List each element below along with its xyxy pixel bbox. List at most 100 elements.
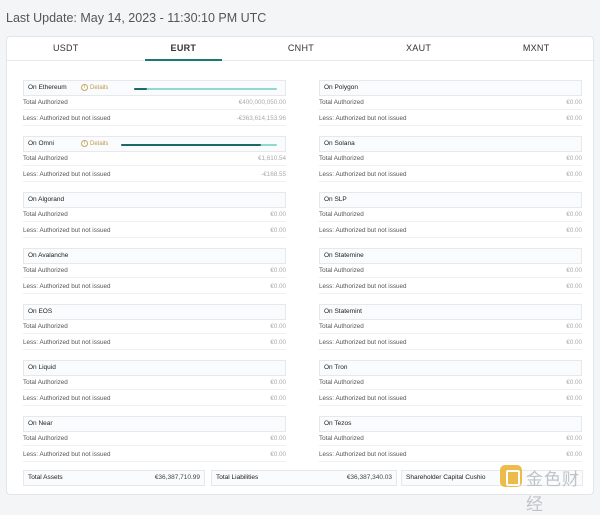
row-divider: [319, 389, 582, 390]
authorized-not-issued-label: Less: Authorized but not issued: [23, 451, 111, 458]
authorized-not-issued-row: Less: Authorized but not issued€0.00: [319, 227, 582, 234]
authorized-not-issued-value: €0.00: [270, 283, 286, 290]
tab-usdt[interactable]: USDT: [7, 37, 125, 60]
authorized-not-issued-row: Less: Authorized but not issued€0.00: [23, 395, 286, 402]
issued-progress-fill: [121, 144, 261, 146]
info-icon: i: [81, 84, 88, 91]
total-authorized-value: €0.00: [270, 211, 286, 218]
row-divider: [319, 109, 582, 110]
chain-block: On SLPTotal Authorized€0.00Less: Authori…: [319, 192, 582, 248]
total-liabilities-cell: Total Liabilities €36,387,340.03: [211, 470, 397, 486]
tab-eurt[interactable]: EURT: [125, 37, 243, 60]
row-divider: [319, 349, 582, 350]
authorized-not-issued-value: €0.00: [566, 171, 582, 178]
total-authorized-label: Total Authorized: [23, 155, 68, 162]
total-authorized-value: €0.00: [566, 323, 582, 330]
issued-progress-bar: [134, 88, 277, 90]
authorized-not-issued-value: €0.00: [566, 115, 582, 122]
row-divider: [319, 221, 582, 222]
chain-block: On SolanaTotal Authorized€0.00Less: Auth…: [319, 136, 582, 192]
details-label: Details: [90, 141, 108, 147]
total-authorized-label: Total Authorized: [319, 379, 364, 386]
authorized-not-issued-label: Less: Authorized but not issued: [23, 339, 111, 346]
total-authorized-row: Total Authorized€0.00: [319, 155, 582, 162]
total-authorized-value: €0.00: [566, 211, 582, 218]
total-authorized-row: Total Authorized€0.00: [319, 211, 582, 218]
chain-block: On TronTotal Authorized€0.00Less: Author…: [319, 360, 582, 416]
chain-name: On Near: [28, 420, 53, 427]
row-divider: [23, 293, 286, 294]
chain-header: On EOS: [23, 304, 286, 320]
authorized-not-issued-row: Less: Authorized but not issued €0.00: [23, 339, 286, 346]
row-divider: [23, 165, 286, 166]
chain-block: On Polygon Total Authorized€0.00 Less: Aut…: [319, 80, 582, 136]
total-authorized-value: €0.00: [270, 435, 286, 442]
authorized-not-issued-label: Less: Authorized but not issued: [319, 339, 407, 346]
chain-header: On Tron: [319, 360, 582, 376]
chain-header: On Polygon: [319, 80, 582, 96]
chain-header: On Statemint: [319, 304, 582, 320]
total-authorized-label: Total Authorized: [23, 267, 68, 274]
row-divider: [319, 405, 582, 406]
chain-name: On Polygon: [324, 84, 358, 91]
total-authorized-row: Total Authorized€0.00: [319, 435, 582, 442]
total-authorized-value: €0.00: [270, 379, 286, 386]
total-authorized-value: €400,000,050.00: [239, 99, 286, 106]
authorized-not-issued-value: €0.00: [270, 339, 286, 346]
authorized-not-issued-label: Less: Authorized but not issued: [23, 171, 111, 178]
watermark-text: 金色财经: [526, 465, 592, 515]
row-divider: [319, 445, 582, 446]
total-authorized-label: Total Authorized: [23, 379, 68, 386]
details-link[interactable]: iDetails: [81, 139, 108, 149]
tab-xaut[interactable]: XAUT: [360, 37, 478, 60]
row-divider: [319, 293, 582, 294]
row-divider: [23, 461, 286, 462]
authorized-not-issued-label: Less: Authorized but not issued: [23, 227, 111, 234]
watermark-logo-icon: [500, 465, 522, 487]
authorized-not-issued-label: Less: Authorized but not issued: [319, 115, 407, 122]
details-label: Details: [90, 85, 108, 91]
row-divider: [319, 181, 582, 182]
row-divider: [319, 333, 582, 334]
total-authorized-value: €0.00: [270, 323, 286, 330]
total-authorized-value: €0.00: [566, 155, 582, 162]
total-authorized-row: Total Authorized€400,000,050.00: [23, 99, 286, 106]
total-authorized-value: €0.00: [566, 435, 582, 442]
row-divider: [23, 125, 286, 126]
chain-block: On LiquidTotal Authorized€0.00Less: Auth…: [23, 360, 286, 416]
authorized-not-issued-label: Less: Authorized but not issued: [23, 115, 111, 122]
authorized-not-issued-value: €0.00: [566, 227, 582, 234]
chain-name: On Liquid: [28, 364, 56, 371]
authorized-not-issued-value: €0.00: [270, 395, 286, 402]
row-divider: [319, 237, 582, 238]
authorized-not-issued-row: Less: Authorized but not issued€0.00: [319, 283, 582, 290]
issued-progress-fill: [134, 88, 147, 90]
details-link[interactable]: iDetails: [81, 83, 108, 93]
last-update-text: Last Update: May 14, 2023 - 11:30:10 PM …: [6, 11, 266, 25]
total-assets-cell: Total Assets €36,387,710.99: [23, 470, 205, 486]
chain-header: On EthereumiDetails: [23, 80, 286, 96]
total-authorized-row: Total Authorized€0.00: [319, 99, 582, 106]
chain-name: On Algorand: [28, 196, 64, 203]
row-divider: [23, 277, 286, 278]
total-authorized-label: Total Authorized: [23, 211, 68, 218]
tab-cnht[interactable]: CNHT: [242, 37, 360, 60]
authorized-not-issued-label: Less: Authorized but not issued: [319, 395, 407, 402]
authorized-not-issued-row: Less: Authorized but not issued€0.00: [319, 451, 582, 458]
tab-mxnt[interactable]: MXNT: [477, 37, 595, 60]
chain-name: On Solana: [324, 140, 355, 147]
row-divider: [23, 445, 286, 446]
total-authorized-row: Total Authorized €0.00: [23, 379, 286, 386]
authorized-not-issued-value: €0.00: [566, 339, 582, 346]
total-authorized-row: Total Authorized€0.00: [319, 267, 582, 274]
right-chain-column: On PolygonTotal Authorized€0.00Less: Aut…: [319, 80, 582, 472]
authorized-not-issued-value: €0.00: [270, 227, 286, 234]
row-divider: [319, 277, 582, 278]
chain-name: On EOS: [28, 308, 52, 315]
total-liabilities-label: Total Liabilities: [216, 474, 258, 481]
row-divider: [23, 333, 286, 334]
chain-block: On NearTotal Authorized€0.00Less: Author…: [23, 416, 286, 472]
chain-block: On EOSTotal Authorized€0.00Less: Authori…: [23, 304, 286, 360]
chain-block: On EthereumiDetails Total Authorized€400,…: [23, 80, 286, 136]
authorized-not-issued-value: -€168.55: [261, 171, 286, 178]
